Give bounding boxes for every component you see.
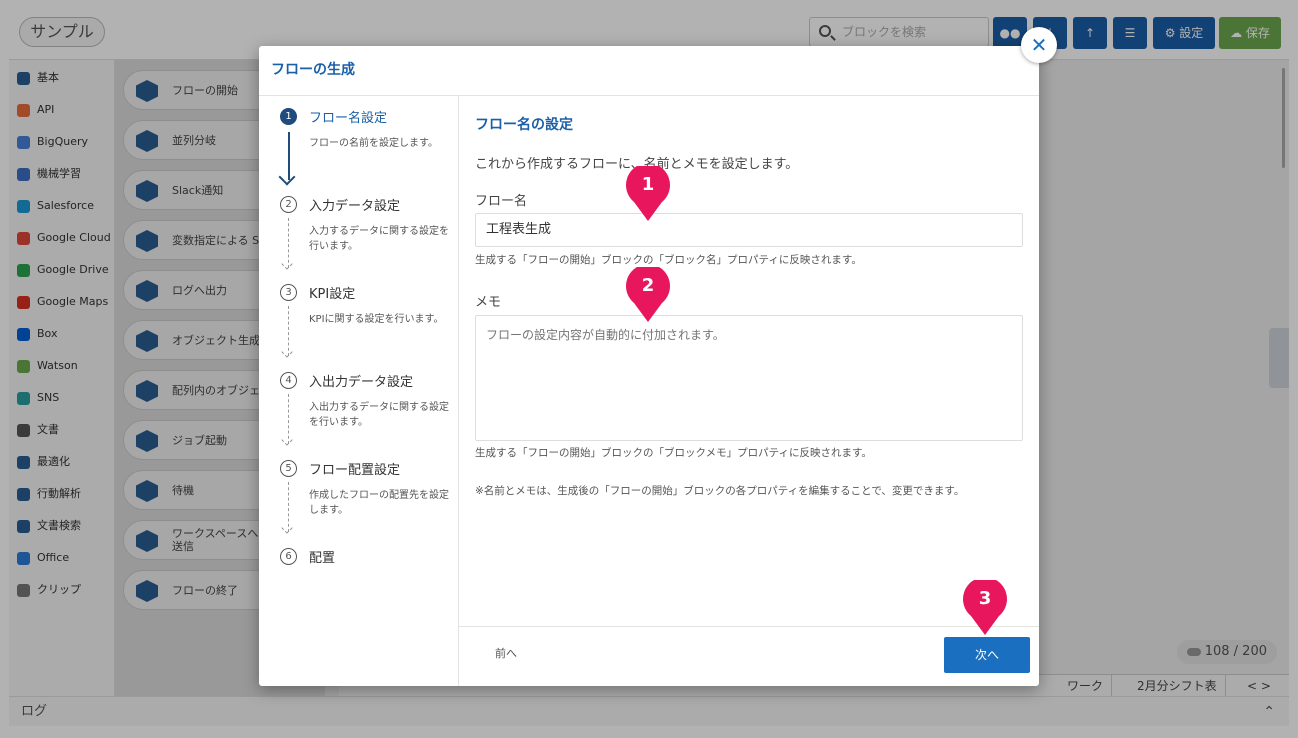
step-2-title[interactable]: 入力データ設定: [309, 195, 400, 214]
step-4-desc: 入出力するデータに関する設定を行います。: [309, 402, 449, 428]
step-4-title[interactable]: 入出力データ設定: [309, 371, 413, 390]
arrow-down-icon: [281, 346, 293, 358]
annotation-marker-2: 2: [624, 267, 672, 323]
annotation-marker-3: 3: [961, 580, 1009, 636]
step-4-number: 4: [280, 372, 297, 389]
step-5-title[interactable]: フロー配置設定: [309, 459, 400, 478]
close-button[interactable]: ✕: [1021, 27, 1057, 63]
marker-label: 3: [978, 588, 992, 609]
marker-label: 2: [641, 275, 655, 296]
arrow-down-icon: [281, 434, 293, 446]
flow-name-hint: 生成する「フローの開始」ブロックの「ブロック名」プロパティに反映されます。: [475, 254, 862, 266]
memo-hint: 生成する「フローの開始」ブロックの「ブロックメモ」プロパティに反映されます。: [475, 447, 872, 459]
create-flow-dialog: フローの生成 1 フロー名設定 フローの名前を設定します。 2 入力データ設定 …: [259, 46, 1039, 686]
flow-name-input[interactable]: 工程表生成: [475, 213, 1023, 247]
prev-button[interactable]: 前へ: [495, 645, 517, 661]
arrow-down-icon: [281, 258, 293, 270]
close-icon: ✕: [1030, 33, 1048, 57]
dialog-content: フロー名の設定 これから作成するフローに、名前とメモを設定します。 フロー名 工…: [459, 96, 1039, 626]
step-2-desc: 入力するデータに関する設定を行います。: [309, 226, 449, 252]
marker-label: 1: [641, 174, 655, 195]
next-button[interactable]: 次へ: [944, 637, 1030, 673]
step-list: 1 フロー名設定 フローの名前を設定します。 2 入力データ設定 入力するデータ…: [259, 96, 459, 686]
arrow-down-icon: [281, 522, 293, 534]
section-title: フロー名の設定: [475, 117, 573, 133]
step-6-number: 6: [280, 548, 297, 565]
arrow-down-icon: [278, 168, 296, 186]
flow-name-label: フロー名: [475, 194, 528, 209]
step-3-title[interactable]: KPI設定: [309, 283, 355, 302]
step-1-desc: フローの名前を設定します。: [309, 138, 438, 149]
dialog-title: フローの生成: [259, 46, 1039, 96]
step-1-number: 1: [280, 108, 297, 125]
memo-label: メモ: [475, 295, 502, 310]
step-5-desc: 作成したフローの配置先を設定します。: [309, 490, 449, 516]
annotation-marker-1: 1: [624, 166, 672, 222]
memo-textarea[interactable]: [475, 315, 1023, 441]
step-5-number: 5: [280, 460, 297, 477]
step-2-number: 2: [280, 196, 297, 213]
step-1-title[interactable]: フロー名設定: [309, 107, 387, 126]
step-3-number: 3: [280, 284, 297, 301]
dialog-footer: 前へ 次へ: [459, 626, 1039, 686]
step-3-desc: KPIに関する設定を行います。: [309, 314, 444, 325]
note-text: ※名前とメモは、生成後の「フローの開始」ブロックの各プロパティを編集することで、…: [475, 485, 965, 497]
step-6-title[interactable]: 配置: [309, 547, 335, 566]
